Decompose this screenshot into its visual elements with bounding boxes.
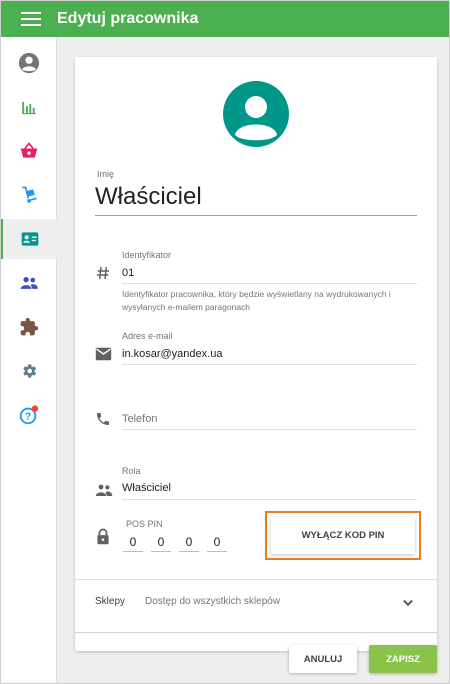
shops-row[interactable]: Sklepy Dostęp do wszystkich sklepów bbox=[75, 579, 437, 623]
sidebar-item-help[interactable]: ? bbox=[1, 395, 57, 435]
footer-divider bbox=[75, 632, 437, 633]
employee-form-card: Imię Właściciel Identyfikator 01 Identyf… bbox=[75, 57, 437, 651]
name-label: Imię bbox=[97, 169, 115, 179]
disable-pin-button[interactable]: WYŁĄCZ KOD PIN bbox=[271, 517, 415, 554]
sidebar-item-integrations[interactable] bbox=[1, 307, 57, 347]
phone-input[interactable]: Telefon bbox=[122, 413, 157, 425]
name-underline bbox=[95, 215, 417, 216]
pin-digit-1[interactable]: 0 bbox=[123, 535, 143, 549]
role-underline bbox=[122, 499, 417, 500]
sidebar-item-reports[interactable] bbox=[1, 87, 57, 127]
shops-value: Dostęp do wszystkich sklepów bbox=[145, 596, 281, 607]
name-input[interactable]: Właściciel bbox=[95, 183, 202, 211]
app-window: Edytuj pracownika ? Imię Właściciel Iden… bbox=[0, 0, 450, 684]
people-icon bbox=[20, 277, 38, 289]
main-content: Imię Właściciel Identyfikator 01 Identyf… bbox=[58, 37, 449, 683]
role-people-icon bbox=[95, 484, 113, 496]
role-label: Rola bbox=[122, 466, 141, 476]
help-icon: ? bbox=[19, 405, 39, 425]
phone-icon bbox=[97, 413, 109, 425]
lock-icon bbox=[97, 528, 109, 545]
svg-text:?: ? bbox=[25, 412, 31, 423]
person-icon bbox=[235, 96, 277, 141]
sidebar-item-account[interactable] bbox=[1, 43, 57, 83]
role-select[interactable]: Właściciel bbox=[122, 482, 171, 494]
email-icon bbox=[95, 347, 112, 361]
email-label: Adres e-mail bbox=[122, 331, 173, 341]
sidebar-item-sales[interactable] bbox=[1, 131, 57, 171]
chevron-down-icon[interactable] bbox=[401, 596, 415, 610]
sidebar-item-settings[interactable] bbox=[1, 351, 57, 391]
pin-digit-underline bbox=[123, 551, 143, 552]
phone-underline bbox=[122, 429, 417, 430]
top-bar: Edytuj pracownika bbox=[1, 1, 449, 37]
sidebar: ? bbox=[1, 37, 57, 683]
pin-digit-3[interactable]: 0 bbox=[179, 535, 199, 549]
pin-digit-underline bbox=[179, 551, 199, 552]
pos-pin-label: POS PIN bbox=[126, 519, 163, 529]
hand-truck-icon bbox=[22, 186, 37, 203]
email-input[interactable]: in.kosar@yandex.ua bbox=[122, 348, 222, 360]
employee-avatar bbox=[223, 81, 289, 147]
sidebar-item-customers[interactable] bbox=[1, 263, 57, 303]
pin-digit-underline bbox=[207, 551, 227, 552]
badge-card-icon bbox=[21, 232, 39, 246]
pin-digit-underline bbox=[151, 551, 171, 552]
identifier-hint: Identyfikator pracownika, który będzie w… bbox=[122, 289, 391, 312]
sidebar-item-employees[interactable] bbox=[1, 219, 57, 259]
save-button[interactable]: ZAPISZ bbox=[369, 645, 437, 673]
cancel-button[interactable]: ANULUJ bbox=[289, 645, 357, 673]
hash-icon bbox=[97, 266, 109, 280]
identifier-label: Identyfikator bbox=[122, 250, 172, 260]
identifier-underline bbox=[122, 283, 417, 284]
account-circle-icon bbox=[18, 52, 40, 74]
shops-label: Sklepy bbox=[95, 596, 126, 607]
puzzle-icon bbox=[20, 317, 39, 336]
basket-icon bbox=[20, 142, 38, 158]
identifier-input[interactable]: 01 bbox=[122, 267, 134, 279]
email-underline bbox=[122, 364, 417, 365]
sidebar-item-inventory[interactable] bbox=[1, 175, 57, 215]
pin-digit-4[interactable]: 0 bbox=[207, 535, 227, 549]
pin-digit-2[interactable]: 0 bbox=[151, 535, 171, 549]
notification-badge bbox=[31, 405, 39, 412]
bar-chart-icon bbox=[22, 101, 36, 115]
gear-icon bbox=[23, 364, 37, 378]
page-title: Edytuj pracownika bbox=[57, 10, 199, 27]
hamburger-menu-icon[interactable] bbox=[21, 12, 41, 26]
